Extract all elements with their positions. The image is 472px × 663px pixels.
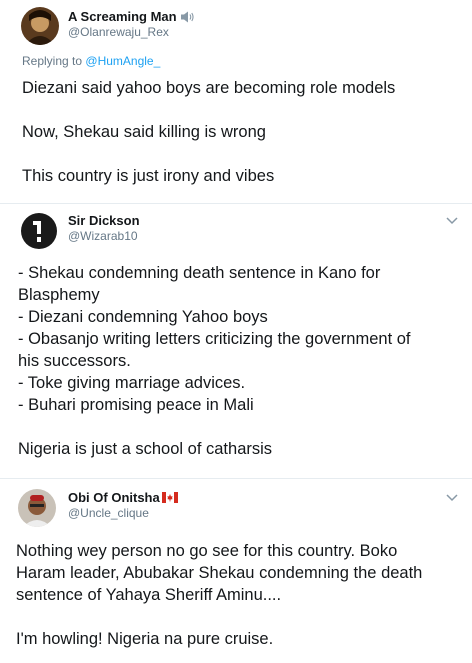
- tweet-line: sentence of Yahaya Sheriff Aminu....: [16, 586, 282, 604]
- tweet-line: Nothing wey person no go see for this co…: [16, 542, 398, 560]
- tweet-line: - Shekau condemning death sentence in Ka…: [18, 264, 381, 282]
- chevron-down-icon[interactable]: [445, 214, 459, 228]
- tweet-line: - Obasanjo writing letters criticizing t…: [18, 330, 411, 348]
- tweet-line: - Buhari promising peace in Mali: [18, 396, 254, 414]
- speaker-icon: [180, 11, 195, 23]
- tweet-text: - Shekau condemning death sentence in Ka…: [18, 262, 411, 460]
- tweet-line: Nigeria is just a school of catharsis: [18, 440, 273, 458]
- replying-to: Replying to @HumAngle_: [22, 54, 160, 68]
- avatar[interactable]: [20, 212, 58, 250]
- tweet-text: Nothing wey person no go see for this co…: [16, 540, 422, 650]
- tweet-line: - Toke giving marriage advices.: [18, 374, 246, 392]
- tweet-line: Diezani said yahoo boys are becoming rol…: [22, 79, 396, 97]
- display-name[interactable]: A Screaming Man: [68, 9, 177, 24]
- tweet-card[interactable]: Obi Of Onitsha @Uncle_clique Nothing wey…: [0, 478, 472, 663]
- display-name[interactable]: Sir Dickson: [68, 213, 140, 228]
- chevron-down-icon[interactable]: [445, 491, 459, 505]
- tweet-line: - Diezani condemning Yahoo boys: [18, 308, 268, 326]
- display-name[interactable]: Obi Of Onitsha: [68, 490, 160, 505]
- tweet-line: This country is just irony and vibes: [22, 167, 275, 185]
- tweet-line: his successors.: [18, 352, 131, 370]
- reply-prefix: Replying to: [22, 54, 83, 68]
- reply-mention-link[interactable]: @HumAngle_: [85, 54, 160, 68]
- tweet-text: Diezani said yahoo boys are becoming rol…: [22, 77, 395, 187]
- tweet-line: Now, Shekau said killing is wrong: [22, 123, 266, 141]
- avatar[interactable]: [18, 489, 56, 527]
- user-handle[interactable]: @Uncle_clique: [68, 506, 149, 520]
- canada-flag-icon: [161, 492, 178, 503]
- tweet-line: Blasphemy: [18, 286, 100, 304]
- tweet-line: I'm howling! Nigeria na pure cruise.: [16, 630, 274, 648]
- tweet-line: Haram leader, Abubakar Shekau condemning…: [16, 564, 423, 582]
- avatar[interactable]: [21, 7, 59, 45]
- tweet-card[interactable]: Sir Dickson @Wizarab10 - Shekau condemni…: [0, 203, 472, 478]
- user-handle[interactable]: @Wizarab10: [68, 229, 138, 243]
- user-handle[interactable]: @Olanrewaju_Rex: [68, 25, 169, 39]
- tweet-card[interactable]: A Screaming Man @Olanrewaju_Rex Replying…: [0, 0, 472, 203]
